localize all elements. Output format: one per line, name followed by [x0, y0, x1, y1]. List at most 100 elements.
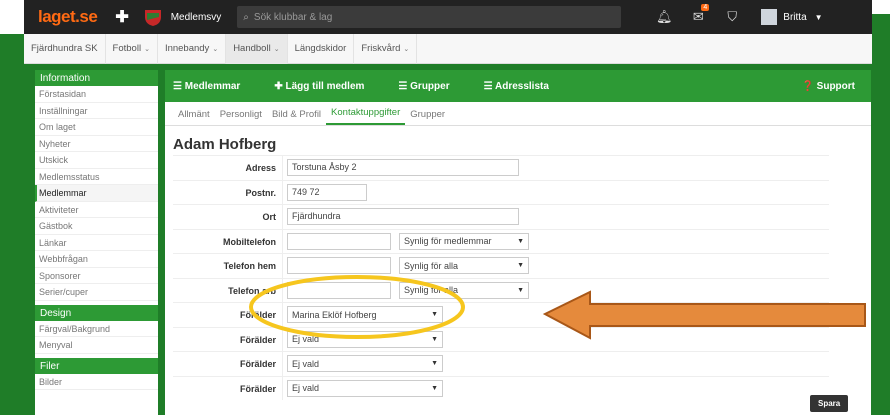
search-input[interactable]: ⌕ Sök klubbar & lag: [237, 6, 622, 28]
work-phone-input[interactable]: [287, 281, 391, 299]
form-row-parent-3: Förälder Ej vald ▼: [173, 351, 829, 376]
postnr-label: Postnr.: [173, 180, 283, 204]
avatar[interactable]: [761, 9, 778, 25]
sidebar-section-files: Filer: [35, 357, 158, 374]
team-nav-item[interactable]: Friskvård ⌄: [354, 33, 418, 64]
chevron-down-icon: ⌄: [403, 45, 410, 53]
sidebar-item[interactable]: Menyval: [35, 337, 158, 354]
form-row-address: Adress Torstuna Åsby 2: [173, 155, 829, 180]
outer-frame-left: [0, 34, 24, 415]
team-nav: Fjärdhundra SK Fotboll ⌄ Innebandy ⌄ Handb…: [24, 33, 872, 64]
chevron-down-icon: ▼: [431, 335, 438, 343]
add-member-button[interactable]: ✚ Lägg till medlem: [274, 81, 364, 92]
groups-button[interactable]: ☰ Grupper: [398, 81, 449, 92]
search-icon: ⌕: [243, 11, 249, 23]
sidebar-section-design: Design: [35, 304, 158, 321]
sidebar-item[interactable]: Bilder: [35, 374, 158, 390]
sidebar: Information Förstasidan Inställningar Om…: [35, 70, 158, 415]
home-visibility-select[interactable]: Synlig för alla ▼: [399, 257, 529, 275]
sidebar-item[interactable]: Medlemsstatus: [35, 169, 158, 185]
main-content: ☰ Medlemmar ✚ Lägg till medlem ☰ Grupper…: [165, 70, 871, 415]
add-icon[interactable]: ✚: [115, 7, 128, 27]
sidebar-item[interactable]: Utskick: [35, 152, 158, 169]
notification-badge: 4: [701, 4, 710, 11]
chevron-down-icon: ⌄: [212, 45, 219, 53]
form-row-ort: Ort Fjärdhundra: [173, 204, 829, 229]
address-input[interactable]: Torstuna Åsby 2: [287, 159, 519, 177]
form-row-home: Telefon hem Synlig för alla ▼: [173, 253, 829, 278]
sidebar-item[interactable]: Sponsorer: [35, 268, 158, 284]
chevron-down-icon: ▼: [517, 286, 524, 294]
parent-label: Förälder: [173, 376, 283, 400]
messages-icon[interactable]: ✉︎ 4: [681, 4, 715, 25]
work-phone-label: Telefon arb: [173, 278, 283, 302]
save-button[interactable]: Spara: [810, 395, 849, 412]
team-nav-item[interactable]: Fotboll ⌄: [106, 33, 158, 64]
form-row-postnr: Postnr. 749 72: [173, 179, 829, 204]
members-button[interactable]: ☰ Medlemmar: [173, 81, 240, 92]
parent-label: Förälder: [173, 352, 283, 376]
bell-icon[interactable]: 🔔︎: [647, 9, 681, 25]
user-name[interactable]: Britta: [783, 12, 806, 23]
sidebar-item[interactable]: Nyheter: [35, 136, 158, 152]
laget-logo[interactable]: laget.se: [38, 7, 98, 27]
tab-allmant[interactable]: Allmänt: [173, 109, 215, 125]
tab-personligt[interactable]: Personligt: [215, 109, 267, 125]
team-nav-item[interactable]: Längdskidor: [288, 33, 355, 64]
sidebar-item-active[interactable]: Medlemmar: [35, 185, 158, 202]
mobile-label: Mobiltelefon: [173, 229, 283, 253]
address-list-button[interactable]: ☰ Adresslista: [484, 81, 549, 92]
tab-kontaktuppgifter[interactable]: Kontaktuppgifter: [326, 107, 406, 125]
mobile-input[interactable]: [287, 232, 391, 250]
address-label: Adress: [173, 156, 283, 180]
page-title: Adam Hofberg: [173, 136, 277, 153]
parent-label: Förälder: [173, 327, 283, 351]
support-button[interactable]: ❓ Support: [801, 81, 855, 92]
ort-label: Ort: [173, 205, 283, 229]
team-nav-item[interactable]: Innebandy ⌄: [158, 33, 227, 64]
chevron-down-icon: ▼: [517, 237, 524, 245]
chevron-down-icon: ▼: [517, 262, 524, 270]
parent-select[interactable]: Ej vald ▼: [287, 355, 443, 373]
sidebar-item[interactable]: Länkar: [35, 235, 158, 251]
parent-select[interactable]: Ej vald ▼: [287, 379, 443, 397]
chevron-down-icon: ▼: [431, 311, 438, 319]
outer-frame-right: [872, 0, 890, 415]
form-row-parent-4: Förälder Ej vald ▼: [173, 375, 829, 400]
club-badge-icon: [144, 10, 161, 26]
tab-grupper[interactable]: Grupper: [405, 109, 450, 125]
form-row-mobile: Mobiltelefon Synlig för medlemmar ▼: [173, 228, 829, 253]
chevron-down-icon: ⌄: [144, 45, 150, 53]
shield-icon[interactable]: ⛉: [715, 9, 749, 25]
sidebar-item[interactable]: Inställningar: [35, 103, 158, 119]
chevron-down-icon[interactable]: ▼: [815, 13, 823, 22]
parent-select[interactable]: Marina Eklöf Hofberg ▼: [287, 306, 443, 324]
top-bar: laget.se ✚ Medlemsvy ⌕ Sök klubbar & lag…: [24, 0, 872, 34]
home-phone-label: Telefon hem: [173, 254, 283, 278]
sidebar-item[interactable]: Webbfrågan: [35, 251, 158, 268]
parent-select[interactable]: Ej vald ▼: [287, 330, 443, 348]
form-row-parent-1: Förälder Marina Eklöf Hofberg ▼: [173, 302, 829, 327]
form-row-work: Telefon arb Synlig för alla ▼: [173, 277, 829, 302]
sidebar-item[interactable]: Förstasidan: [35, 86, 158, 103]
team-nav-item-active[interactable]: Handboll ⌄: [226, 33, 288, 64]
tab-bild-profil[interactable]: Bild & Profil: [267, 109, 326, 125]
team-nav-item[interactable]: Fjärdhundra SK: [24, 33, 106, 64]
chevron-down-icon: ⌄: [273, 45, 280, 53]
sidebar-item[interactable]: Gästbok: [35, 218, 158, 235]
home-phone-input[interactable]: [287, 257, 391, 275]
chevron-down-icon: ▼: [431, 384, 438, 392]
sidebar-item[interactable]: Serier/cuper: [35, 284, 158, 301]
sidebar-item[interactable]: Aktiviteter: [35, 202, 158, 218]
mobile-visibility-select[interactable]: Synlig för medlemmar ▼: [399, 232, 529, 250]
ort-input[interactable]: Fjärdhundra: [287, 208, 519, 226]
sidebar-item[interactable]: Färgval/Bakgrund: [35, 321, 158, 337]
sidebar-item[interactable]: Om laget: [35, 119, 158, 136]
form-row-parent-2: Förälder Ej vald ▼: [173, 326, 829, 351]
profile-tabs: Allmänt Personligt Bild & Profil Kontakt…: [165, 102, 871, 126]
club-name[interactable]: Medlemsvy: [171, 12, 222, 23]
work-visibility-select[interactable]: Synlig för alla ▼: [399, 281, 529, 299]
contact-form: Adress Torstuna Åsby 2 Postnr. 749 72 Or…: [173, 155, 829, 400]
search-placeholder: Sök klubbar & lag: [253, 11, 333, 23]
postnr-input[interactable]: 749 72: [287, 183, 367, 201]
